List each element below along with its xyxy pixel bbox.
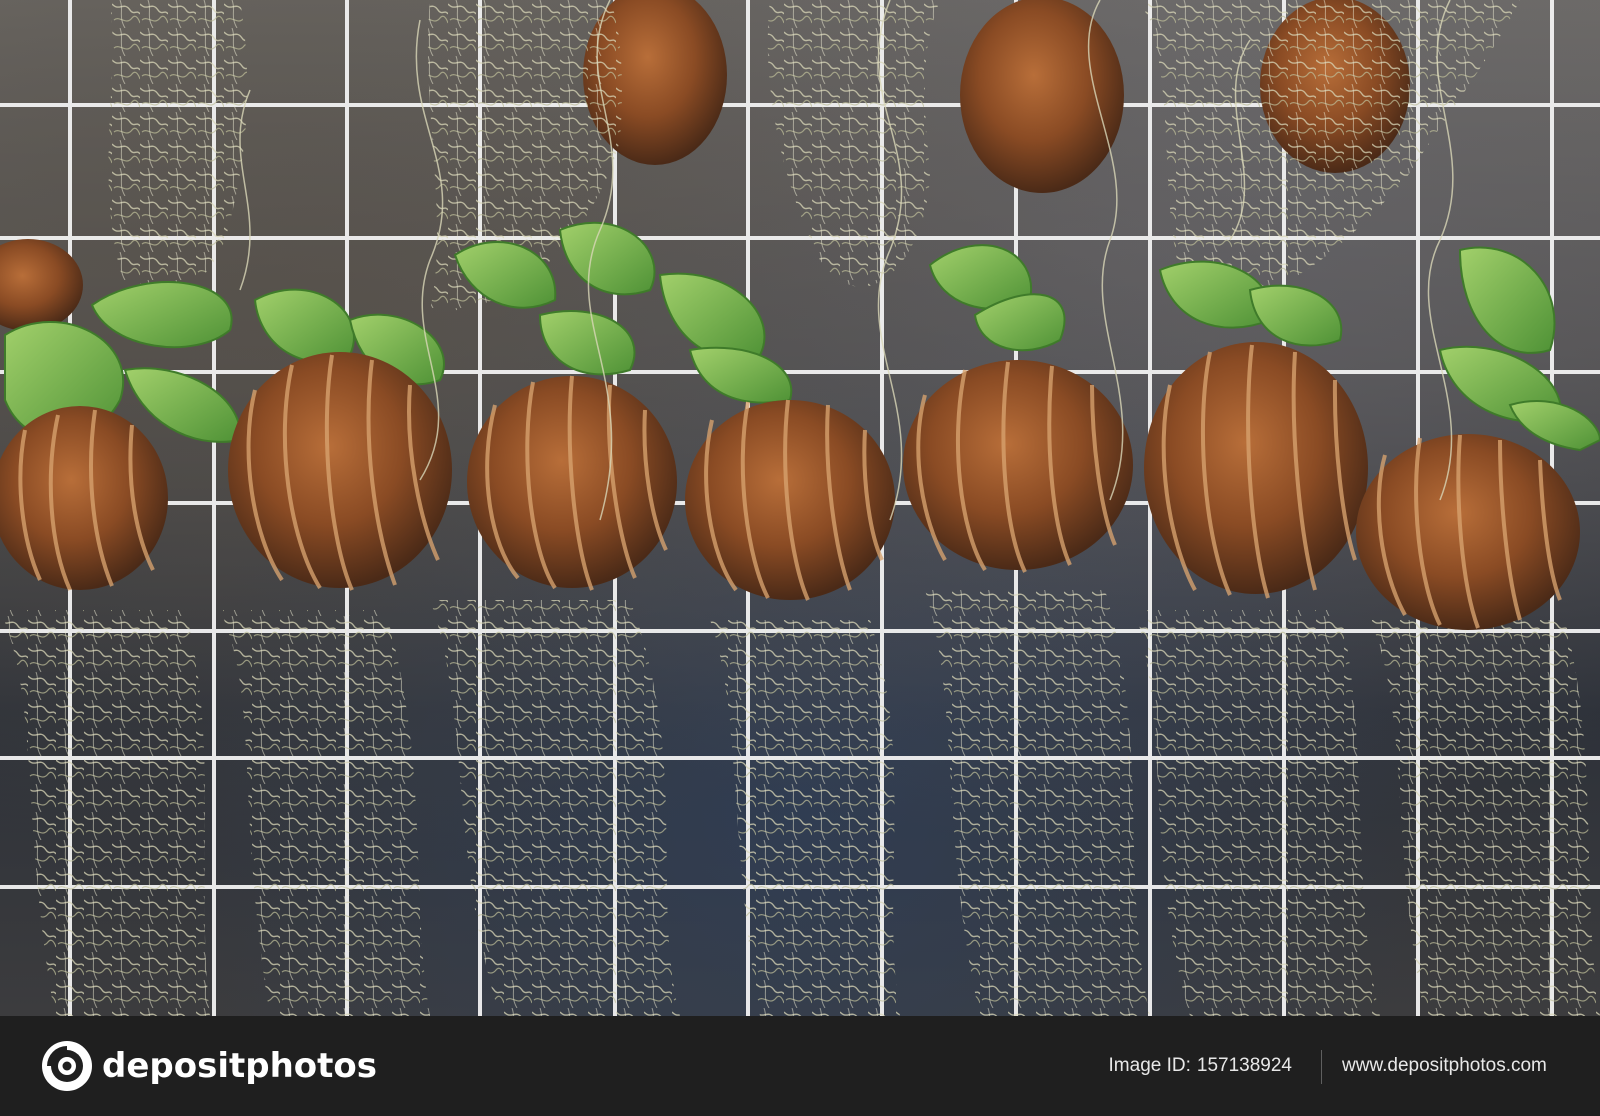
image-id-text: Image ID: 157138924 xyxy=(1109,1054,1292,1078)
depositphotos-logo-text: depositphotos xyxy=(102,1046,377,1086)
footer-divider xyxy=(1321,1050,1322,1084)
plant-scene xyxy=(0,0,1600,1016)
stock-footer: depositphotos Image ID: 157138924 www.dep… xyxy=(0,1016,1600,1116)
image-id-label: Image ID: xyxy=(1108,1055,1191,1076)
website-url: www.depositphotos.com xyxy=(1342,1055,1547,1076)
camera-aperture-icon xyxy=(42,1041,92,1091)
image-id-value: 157138924 xyxy=(1196,1055,1292,1076)
stock-photo-page: depositphotos Image ID: 157138924 www.dep… xyxy=(0,0,1600,1116)
plant-photo xyxy=(0,0,1600,1016)
